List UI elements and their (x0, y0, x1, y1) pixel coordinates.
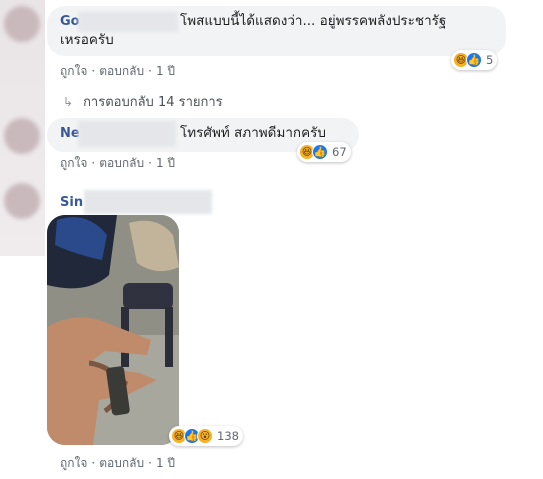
comment-text: โทรศัพท์ สภาพดีมากครับ (180, 125, 326, 141)
comment-actions: ถูกใจ · ตอบกลับ · 1 ปี (60, 454, 175, 473)
separator-dot: · (148, 456, 152, 470)
reply-arrow-icon: ↳ (63, 95, 74, 109)
comment-text: โพสแบบนี้ได้แสดงว่า... อยู่พรรคพลังประชา… (180, 13, 447, 29)
replies-count-label[interactable]: การตอบกลับ 14 รายการ (83, 95, 223, 110)
like-link[interactable]: ถูกใจ (60, 64, 87, 78)
avatar[interactable] (4, 118, 40, 154)
reaction-count: 5 (486, 53, 494, 67)
like-reaction-icon: 👍 (466, 52, 482, 68)
avatar[interactable] (4, 6, 40, 42)
avatar-column (0, 0, 45, 256)
redacted-name (78, 12, 178, 32)
like-link[interactable]: ถูกใจ (60, 456, 87, 470)
reply-link[interactable]: ตอบกลับ (99, 456, 144, 470)
redacted-name (78, 121, 176, 147)
separator-dot: · (148, 156, 152, 170)
reaction-summary[interactable]: 😆 👍 67 (297, 142, 351, 162)
comment-author[interactable]: Go (60, 14, 80, 29)
comment-photo[interactable] (47, 215, 179, 445)
avatar[interactable] (4, 183, 40, 219)
reply-link[interactable]: ตอบกลับ (99, 156, 144, 170)
timestamp[interactable]: 1 ปี (156, 156, 175, 170)
separator-dot: · (91, 456, 96, 470)
timestamp[interactable]: 1 ปี (156, 64, 175, 78)
view-replies-link[interactable]: ↳ การตอบกลับ 14 รายการ (63, 91, 223, 112)
comment-author[interactable]: Sin (60, 195, 83, 210)
comment-author[interactable]: Ne (60, 126, 80, 141)
separator-dot: · (148, 64, 152, 78)
reaction-summary[interactable]: 😆 👍 😮 138 (169, 426, 243, 446)
reaction-count: 138 (217, 429, 239, 443)
comment-actions: ถูกใจ · ตอบกลับ · 1 ปี (60, 62, 175, 81)
reaction-summary[interactable]: 😆 👍 5 (451, 50, 498, 70)
photo-content (47, 215, 179, 445)
reply-link[interactable]: ตอบกลับ (99, 64, 144, 78)
separator-dot: · (91, 64, 96, 78)
redacted-name (84, 190, 212, 214)
like-link[interactable]: ถูกใจ (60, 156, 87, 170)
comment-actions: ถูกใจ · ตอบกลับ · 1 ปี (60, 154, 175, 173)
comment-text: เหรอครับ (60, 32, 114, 48)
separator-dot: · (91, 156, 96, 170)
timestamp[interactable]: 1 ปี (156, 456, 175, 470)
like-reaction-icon: 👍 (312, 144, 328, 160)
reaction-count: 67 (332, 145, 347, 159)
wow-reaction-icon: 😮 (197, 428, 213, 444)
